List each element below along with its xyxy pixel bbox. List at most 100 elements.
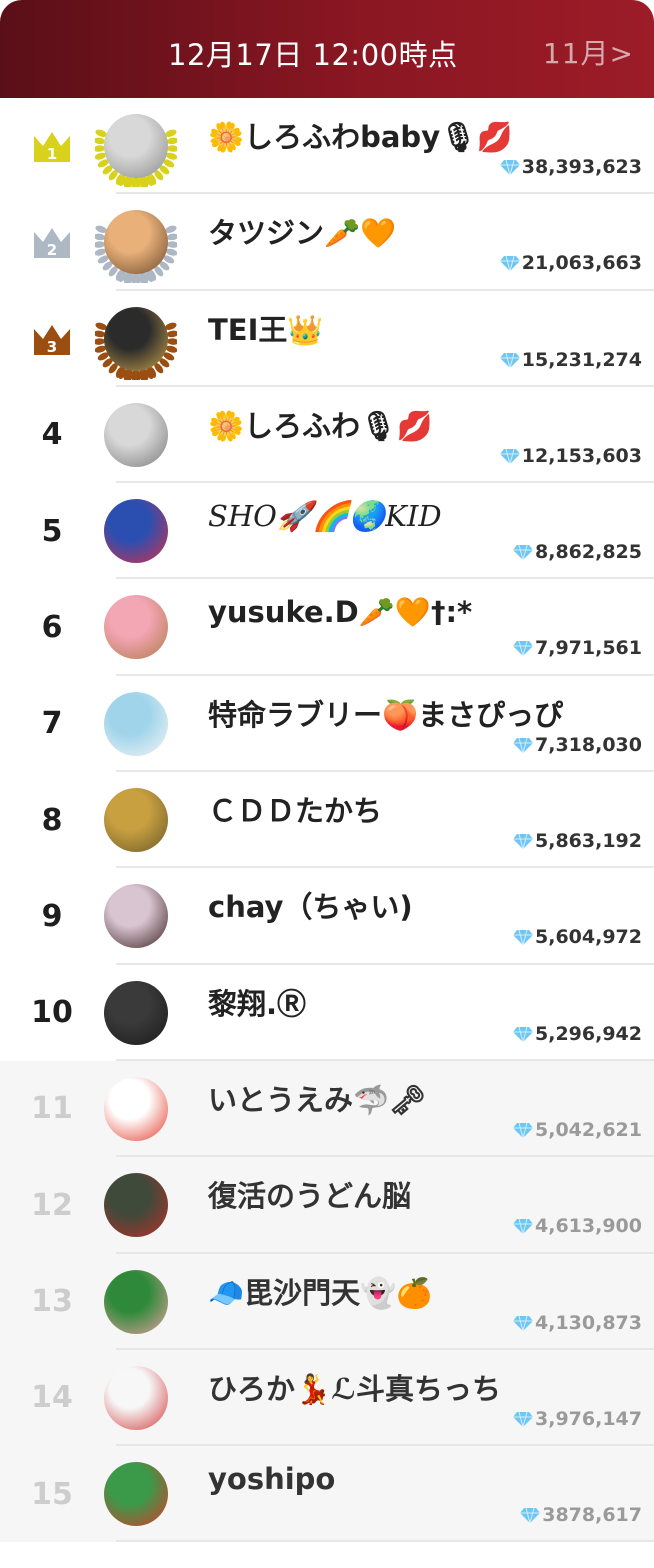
diamond-score: 7,318,030	[513, 734, 642, 756]
user-avatar[interactable]	[104, 402, 168, 467]
user-name[interactable]: chay（ちゃい)	[208, 884, 413, 926]
user-avatar[interactable]	[104, 691, 168, 756]
user-name[interactable]: yusuke.D🥕🧡†:*	[208, 595, 472, 630]
next-month-link[interactable]: 11月>	[543, 32, 634, 72]
diamond-score: 4,613,900	[513, 1215, 642, 1237]
user-avatar[interactable]	[104, 595, 168, 660]
row-divider	[116, 1540, 654, 1543]
ranking-row[interactable]: 4 🌼しろふわ🎙💋 12,153,603	[0, 387, 654, 484]
score-value: 3,976,147	[535, 1407, 642, 1430]
score-value: 4,613,900	[535, 1215, 642, 1238]
diamond-icon	[513, 1315, 534, 1331]
ranking-row[interactable]: 11 いとうえみ🦈🗝 5,042,621	[0, 1060, 654, 1158]
user-name[interactable]: 🧢毘沙門天👻🍊	[208, 1270, 432, 1312]
ranking-row[interactable]: 10 黎翔.Ⓡ 5,296,942	[0, 965, 654, 1061]
diamond-score: 12,153,603	[499, 445, 642, 467]
user-name[interactable]: ＣＤＤたかち	[208, 788, 382, 830]
ranking-list: 1 🌼しろふわbaby🎙💋 38,393,623 2 タツジン🥕🧡 21,063,663 3…	[0, 98, 654, 1543]
rank-number: 13	[31, 1284, 73, 1320]
ranking-row[interactable]: 12 復活のうどん脳 4,613,900	[0, 1157, 654, 1254]
diamond-icon	[513, 1219, 534, 1235]
diamond-score: 8,862,825	[513, 541, 642, 563]
user-avatar[interactable]	[104, 980, 168, 1045]
diamond-score: 15,231,274	[499, 348, 642, 371]
user-name[interactable]: 復活のうどん脳	[208, 1173, 411, 1215]
rank-number: 9	[41, 898, 63, 934]
user-name[interactable]: 特命ラブリー🍑まさぴっぴ	[208, 692, 563, 734]
crown-rank-number: 2	[47, 241, 57, 259]
rank-number: 14	[31, 1380, 73, 1416]
diamond-score: 7,971,561	[513, 637, 642, 659]
score-value: 8,862,825	[535, 541, 642, 564]
user-avatar[interactable]	[104, 114, 168, 178]
user-avatar[interactable]	[104, 788, 168, 853]
diamond-score: 5,042,621	[513, 1119, 642, 1141]
user-name[interactable]: ひろか💃ℒ斗真ちっち	[208, 1366, 501, 1408]
diamond-score: 5,604,972	[513, 926, 642, 948]
ranking-row[interactable]: 15 yoshipo 3878,617	[0, 1446, 654, 1543]
user-avatar[interactable]	[104, 499, 168, 564]
ranking-row[interactable]: 14 ひろか💃ℒ斗真ちっち 3,976,147	[0, 1349, 654, 1447]
ranking-row[interactable]: 2 タツジン🥕🧡 21,063,663	[0, 194, 654, 291]
user-name[interactable]: 🌼しろふわ🎙💋	[208, 403, 433, 445]
ranking-row[interactable]: 13 🧢毘沙門天👻🍊 4,130,873	[0, 1253, 654, 1350]
rank-crown: 1	[22, 98, 82, 194]
diamond-icon	[499, 352, 520, 368]
rank-crown: 3	[22, 291, 82, 387]
ranking-row[interactable]: 8 ＣＤＤたかち 5,863,192	[0, 772, 654, 869]
diamond-icon	[513, 641, 534, 657]
diamond-score: 5,863,192	[513, 830, 642, 852]
user-name[interactable]: 黎翔.Ⓡ	[208, 981, 306, 1023]
ranking-row[interactable]: 3 TEI王👑 15,231,274	[0, 291, 654, 387]
crown-rank-number: 3	[47, 338, 57, 356]
user-avatar[interactable]	[104, 1462, 168, 1527]
user-name[interactable]: いとうえみ🦈🗝	[208, 1077, 426, 1119]
crown-icon: 3	[34, 324, 70, 356]
user-avatar[interactable]	[104, 306, 168, 371]
score-value: 5,296,942	[535, 1022, 642, 1045]
user-name[interactable]: 🌼しろふわbaby🎙💋	[208, 114, 513, 156]
user-avatar[interactable]	[104, 210, 168, 275]
user-name[interactable]: TEI王👑	[208, 307, 324, 349]
diamond-icon	[513, 1026, 534, 1042]
rank-number: 5	[41, 513, 63, 549]
rank-number: 12	[31, 1187, 73, 1223]
score-value: 5,042,621	[535, 1118, 642, 1141]
diamond-icon	[499, 159, 520, 175]
user-name[interactable]: yoshipo	[208, 1462, 335, 1496]
rank-number: 10	[31, 995, 73, 1031]
ranking-timestamp-title: 12月17日 12:00時点	[168, 38, 458, 72]
score-value: 5,604,972	[535, 926, 642, 949]
diamond-icon	[513, 833, 534, 850]
score-value: 21,063,663	[521, 252, 642, 275]
user-avatar[interactable]	[104, 1269, 168, 1334]
crown-rank-number: 1	[47, 145, 57, 163]
diamond-icon	[513, 930, 534, 946]
crown-icon: 2	[34, 228, 70, 259]
rank-number: 8	[41, 802, 63, 838]
diamond-icon	[513, 1411, 534, 1427]
ranking-row[interactable]: 6 yusuke.D🥕🧡†:* 7,971,561	[0, 579, 654, 676]
user-avatar[interactable]	[104, 1365, 168, 1430]
diamond-score: 4,130,873	[513, 1312, 642, 1334]
score-value: 15,231,274	[521, 348, 642, 371]
user-name[interactable]: タツジン🥕🧡	[208, 210, 396, 252]
diamond-icon	[513, 1122, 534, 1138]
score-value: 7,318,030	[535, 733, 642, 756]
diamond-icon	[520, 1508, 541, 1524]
score-value: 4,130,873	[535, 1311, 642, 1334]
diamond-icon	[499, 256, 520, 272]
rank-number: 6	[41, 609, 63, 645]
user-name[interactable]: SHO🚀🌈🌏KID	[208, 499, 442, 534]
user-avatar[interactable]	[104, 1076, 168, 1141]
ranking-row[interactable]: 7 特命ラブリー🍑まさぴっぴ 7,318,030	[0, 676, 654, 773]
rank-crown: 2	[22, 194, 82, 290]
diamond-score: 3878,617	[520, 1504, 642, 1526]
ranking-row[interactable]: 9 chay（ちゃい) 5,604,972	[0, 868, 654, 965]
user-avatar[interactable]	[104, 884, 168, 949]
diamond-score: 5,296,942	[513, 1023, 642, 1045]
rank-number: 11	[31, 1091, 73, 1127]
user-avatar[interactable]	[104, 1173, 168, 1238]
ranking-row[interactable]: 1 🌼しろふわbaby🎙💋 38,393,623	[0, 98, 654, 195]
ranking-row[interactable]: 5 SHO🚀🌈🌏KID 8,862,825	[0, 483, 654, 580]
